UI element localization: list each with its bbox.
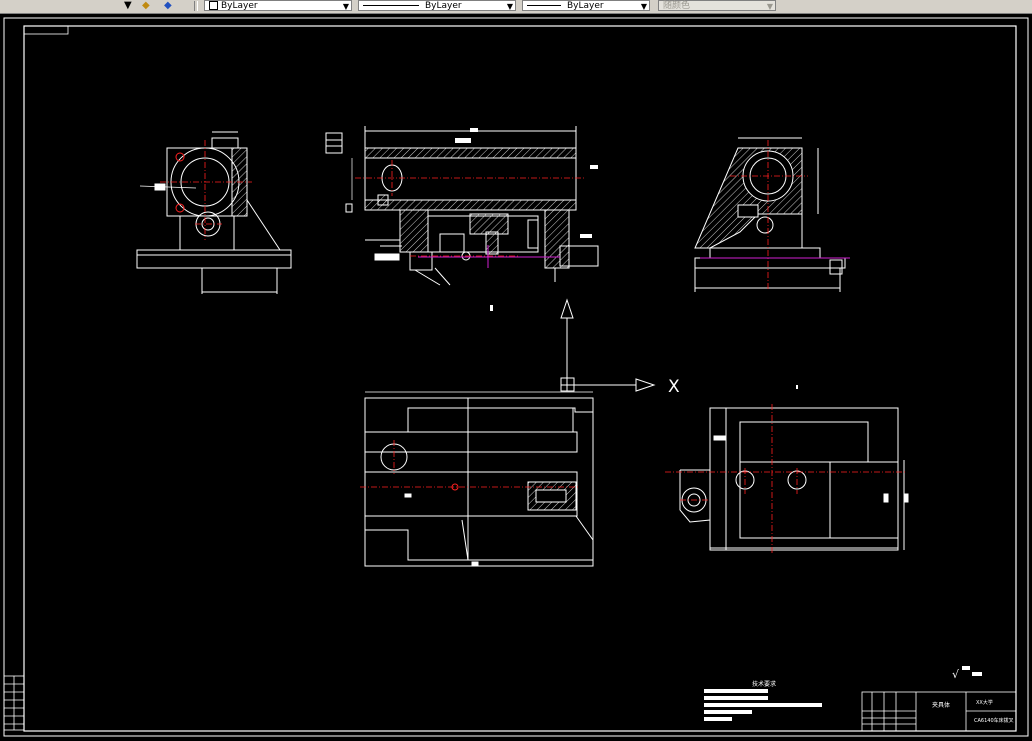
cursor-marker [796,385,798,389]
surface-finish-note [972,672,982,676]
view-top-right [679,407,909,551]
drawing-canvas[interactable]: X √ 技术要求 夹具体 XX大学 CA6140车床拨叉 [0,13,1032,741]
properties-toolbar: ▼ ◆ ◆ ByLayer ▼ ByLayer ▼ ByLayer ▼ 随颜色 … [0,0,1032,14]
lineweight-preview-icon [527,5,561,6]
title-block-drawing-name: 夹具体 [932,701,950,709]
surface-finish-value [962,666,970,670]
chevron-down-icon[interactable]: ▼ [641,1,647,12]
dropdown-arrow-icon[interactable]: ▼ [124,0,132,12]
chevron-down-icon: ▼ [766,2,773,11]
toolbar-separator [194,1,198,11]
view-right-side [694,137,846,292]
sheet-corner-tag [23,25,69,35]
linetype-preview-icon [363,5,419,6]
tech-requirements-lines [704,689,822,721]
layer-previous-icon[interactable]: ◆ [164,0,172,12]
title-block [861,691,1017,732]
chevron-down-icon[interactable]: ▼ [507,1,513,12]
view-left-side [136,131,292,294]
ucs-icon [560,298,656,392]
linetype-combo[interactable]: ByLayer ▼ [358,0,516,11]
tech-requirements-title: 技术要求 [752,680,776,688]
sheet-outer-border [3,17,1029,737]
title-block-school: XX大学 [976,699,993,706]
color-swatch-icon [209,1,218,10]
lineweight-combo[interactable]: ByLayer ▼ [522,0,650,11]
ucs-x-label: X [668,377,680,397]
view-top-left [364,391,594,567]
view-top-left-centerlines [360,440,580,488]
plotstyle-combo: 随颜色 ▼ [658,0,776,11]
title-block-part-no: CA6140车床拨叉 [974,717,1014,724]
margin-revision-block [3,675,25,731]
view-top-right-centerlines [665,404,905,554]
sheet-inner-border [23,25,1017,732]
layer-manager-icon[interactable]: ◆ [142,0,150,12]
surface-finish-symbol: √ [952,668,960,681]
chevron-down-icon[interactable]: ▼ [343,1,349,12]
view-front-section [325,126,599,286]
color-combo[interactable]: ByLayer ▼ [204,0,352,11]
